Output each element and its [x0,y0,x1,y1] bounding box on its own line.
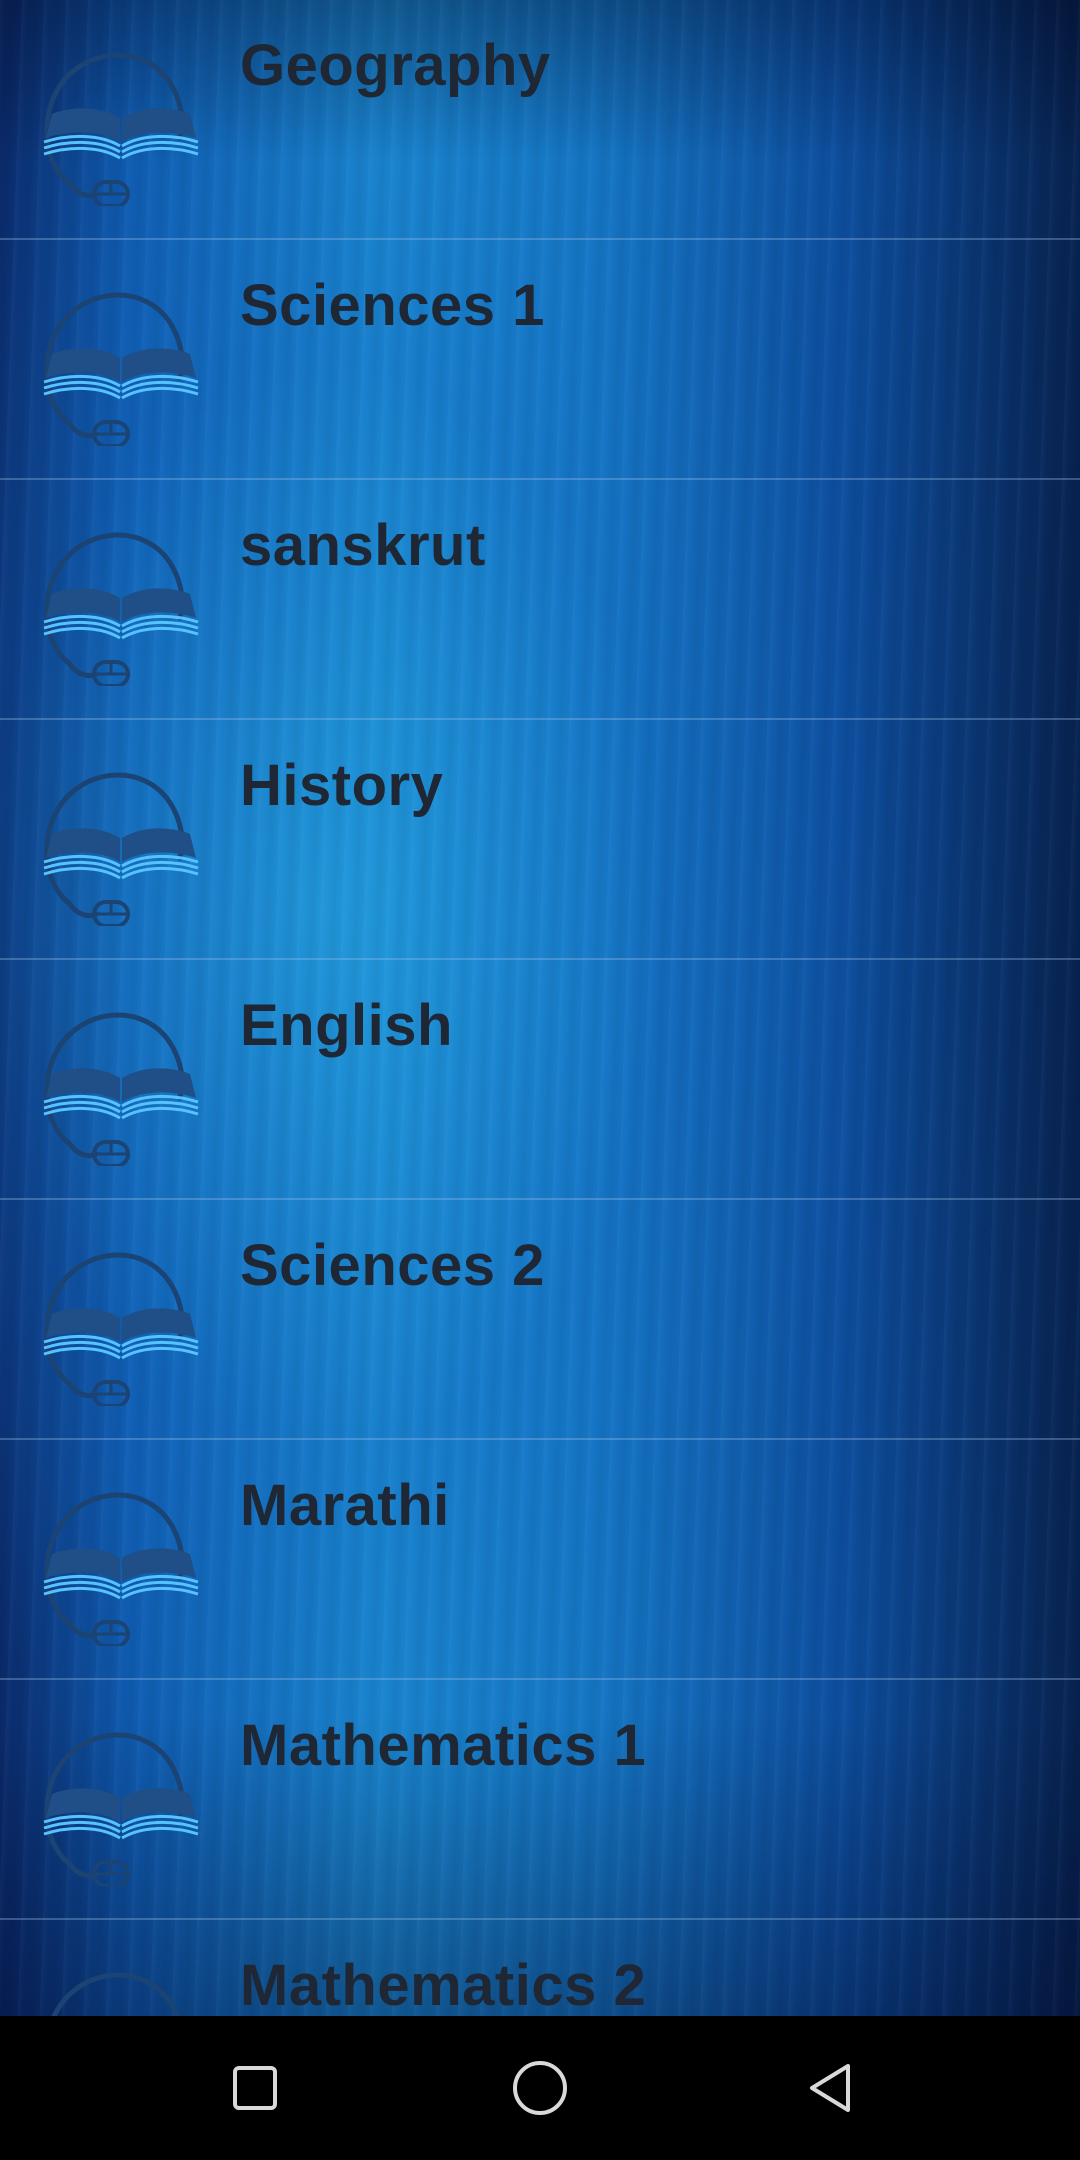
list-item-label: sanskrut [240,513,486,578]
back-button[interactable] [788,2046,872,2130]
list-item-history[interactable]: History [0,720,1080,960]
list-item-label: English [240,993,453,1058]
list-item-marathi[interactable]: Marathi [0,1440,1080,1680]
list-item-label: Sciences 2 [240,1233,545,1298]
home-circle-icon [513,2061,567,2115]
list-item-sciences-2[interactable]: Sciences 2 [0,1200,1080,1440]
book-mouse-icon [51,1972,180,2016]
list-item-sanskrut[interactable]: sanskrut [0,480,1080,720]
subject-list: Geography Sciences 1 sanskrut History En… [0,0,1080,2016]
subject-list-background: Geography Sciences 1 sanskrut History En… [0,0,1080,2016]
book-mouse-icon [43,1492,199,1646]
book-mouse-icon [43,532,199,686]
list-item-english[interactable]: English [0,960,1080,1200]
list-item-label: Mathematics 1 [240,1713,647,1778]
list-item-sciences-1[interactable]: Sciences 1 [0,240,1080,480]
book-mouse-icon [43,292,199,446]
list-item-geography[interactable]: Geography [0,0,1080,240]
back-triangle-icon [810,2064,850,2112]
book-mouse-icon [43,1732,199,1886]
recents-button[interactable] [213,2046,297,2130]
system-navigation-bar [0,2016,1080,2160]
list-item-mathematics-2[interactable]: Mathematics 2 [0,1920,1080,2016]
book-mouse-icon [43,1252,199,1406]
list-item-label: Geography [240,33,551,98]
list-item-label: History [240,753,444,818]
list-item-label: Sciences 1 [240,273,545,338]
book-mouse-icon [43,772,199,926]
book-mouse-icon [43,1012,199,1166]
list-item-label: Marathi [240,1473,450,1538]
recents-square-icon [233,2066,277,2110]
book-mouse-icon [43,52,199,206]
list-item-label: Mathematics 2 [240,1953,647,2016]
app-screen: Geography Sciences 1 sanskrut History En… [0,0,1080,2160]
list-item-mathematics-1[interactable]: Mathematics 1 [0,1680,1080,1920]
home-button[interactable] [498,2046,582,2130]
